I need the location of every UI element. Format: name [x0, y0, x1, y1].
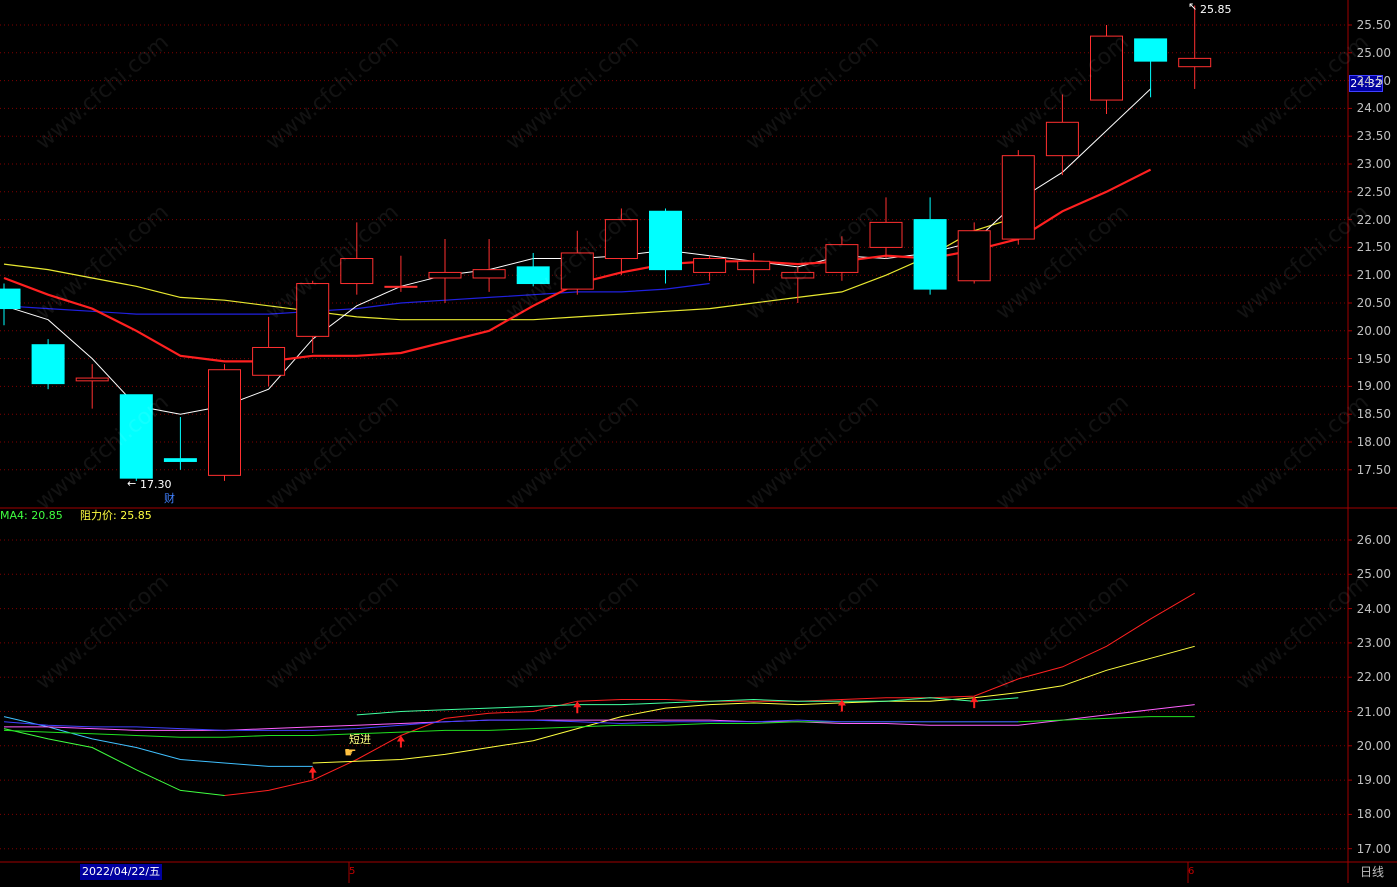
indicator-line — [3, 716, 313, 767]
chart-stage: 24.32 25.85 ↖ 17.30 ← 财 MA4: 20.85 阻力价: … — [0, 0, 1397, 883]
main-y-tick-label: 19.50 — [1356, 351, 1391, 366]
candle-body — [31, 344, 65, 385]
candle-body — [163, 458, 197, 462]
candle-body — [913, 219, 947, 290]
month-tick-6: 6 — [1188, 866, 1195, 877]
hand-pointer-icon: ☛ — [344, 745, 357, 761]
period-selector[interactable]: 日线 — [1360, 864, 1384, 880]
main-y-tick-label: 22.00 — [1356, 212, 1391, 227]
main-y-tick-label: 19.00 — [1356, 379, 1391, 394]
indicator-y-tick-label: 26.00 — [1356, 533, 1391, 547]
indicator-y-tick-label: 22.00 — [1356, 670, 1391, 685]
buy-arrow-icon — [308, 766, 317, 779]
indicator-y-tick-label: 19.00 — [1356, 773, 1391, 788]
main-y-tick-label: 25.50 — [1356, 18, 1391, 32]
candle-body — [1045, 121, 1079, 157]
low-arrow-icon: ← — [127, 477, 137, 490]
candle-body — [208, 369, 241, 476]
month-tick-5: 5 — [349, 866, 356, 877]
indicator-line — [3, 728, 225, 796]
indicator-y-tick-label: 20.00 — [1356, 738, 1391, 753]
candle-body — [693, 258, 727, 273]
candle-body — [869, 221, 903, 248]
indicator-line — [224, 592, 1195, 796]
indicator-y-tick-label: 23.00 — [1356, 635, 1391, 650]
candle-body — [428, 271, 462, 279]
candlestick-chart — [0, 0, 1397, 883]
candle-body — [0, 288, 21, 310]
candle-body — [252, 346, 286, 376]
indicator-line — [3, 719, 1019, 731]
candle-body — [604, 219, 638, 260]
main-y-tick-label: 21.50 — [1356, 240, 1391, 255]
candle-body — [1134, 38, 1168, 62]
candle-body — [1090, 35, 1123, 101]
main-y-tick-label: 20.50 — [1356, 296, 1391, 310]
main-y-tick-label: 23.50 — [1356, 129, 1391, 144]
candle-body — [340, 258, 374, 285]
candle-body — [296, 283, 330, 337]
candle-body — [119, 394, 153, 479]
main-y-tick-label: 21.00 — [1356, 268, 1391, 283]
low-price-label: 17.30 — [140, 478, 172, 491]
candle-body — [560, 252, 594, 290]
main-y-tick-label: 17.50 — [1356, 462, 1391, 477]
indicator-y-tick-label: 24.00 — [1356, 601, 1391, 616]
candle-body — [1001, 155, 1035, 240]
candle-body — [384, 285, 418, 288]
ma4-legend: MA4: 20.85 — [0, 509, 63, 522]
candle-body — [649, 210, 682, 271]
indicator-y-tick-label: 18.00 — [1356, 807, 1391, 822]
candle-body — [75, 377, 109, 382]
candle-body — [516, 266, 550, 285]
main-y-tick-label: 25.00 — [1356, 45, 1391, 60]
high-price-label: 25.85 — [1200, 3, 1232, 16]
indicator-y-tick-label: 25.00 — [1356, 567, 1391, 582]
main-y-tick-label: 22.50 — [1356, 184, 1391, 199]
ma-yellow-line — [3, 216, 1019, 321]
candle-body — [957, 230, 991, 282]
candle-body — [781, 271, 815, 279]
finance-marker[interactable]: 财 — [164, 493, 175, 505]
main-y-tick-label: 18.50 — [1356, 407, 1391, 422]
candle-body — [472, 269, 506, 279]
main-y-tick-label: 24.00 — [1356, 101, 1391, 116]
high-arrow-icon: ↖ — [1188, 0, 1198, 13]
indicator-y-tick-label: 21.00 — [1356, 704, 1391, 719]
resist-legend: 阻力价: 25.85 — [80, 509, 152, 522]
main-y-tick-label: 24.50 — [1356, 73, 1391, 88]
cursor-date: 2022/04/22/五 — [80, 864, 163, 880]
candle-body — [1178, 57, 1212, 68]
candle-body — [737, 260, 771, 271]
main-y-tick-label: 23.00 — [1356, 157, 1391, 171]
indicator-y-tick-label: 17.00 — [1356, 841, 1391, 856]
main-y-tick-label: 18.00 — [1356, 435, 1391, 449]
candle-body — [825, 244, 859, 273]
main-y-tick-label: 20.00 — [1356, 323, 1391, 338]
